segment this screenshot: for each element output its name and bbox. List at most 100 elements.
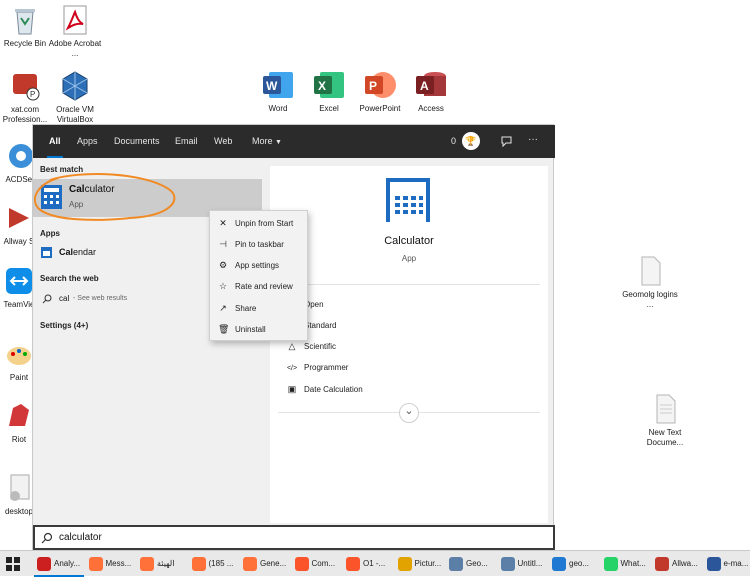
tab-apps[interactable]: Apps — [77, 136, 98, 146]
menu-label: Unpin from Start — [235, 219, 293, 228]
taskbar-button[interactable]: Com... — [292, 551, 342, 577]
taskbar-button[interactable]: Gene... — [240, 551, 290, 577]
taskbar-button[interactable]: Analy... — [34, 551, 84, 577]
svg-text:W: W — [266, 79, 278, 93]
chevron-down-icon: ▼ — [275, 139, 282, 146]
taskbar-button-label: Analy... — [54, 559, 80, 568]
taskbar-app-icon — [398, 557, 412, 571]
action-label: Standard — [304, 321, 336, 330]
settings-header[interactable]: Settings (4+) — [40, 321, 88, 330]
teamviewer-icon — [3, 265, 35, 297]
menu-rate-and-review[interactable]: ☆Rate and review — [218, 279, 293, 293]
desktop-icon-label: Allway S — [4, 237, 35, 246]
expand-chevron-icon[interactable]: ⌄ — [399, 403, 419, 423]
taskbar-button[interactable]: Pictur... — [395, 551, 445, 577]
search-filter-bar: All Apps Documents Email Web More ▼ 0 🏆 … — [33, 125, 555, 158]
pin-icon: ⊣ — [218, 237, 228, 251]
text-document-icon — [649, 393, 681, 425]
taskbar-button-label: e-ma... — [724, 559, 749, 568]
action-programmer[interactable]: </>Programmer — [286, 363, 348, 372]
rewards-trophy-icon[interactable]: 🏆 — [462, 132, 480, 150]
search-box[interactable]: calculator — [33, 525, 555, 550]
action-date-calculation[interactable]: ▣Date Calculation — [286, 384, 363, 395]
desktop-icon-powerpoint[interactable]: P PowerPoint — [357, 70, 403, 113]
desktop-icon-adobe-acrobat[interactable]: Adobe Acrobat ... — [46, 4, 104, 59]
windows-start-icon[interactable] — [6, 557, 20, 571]
taskbar-button[interactable]: (185 ... — [189, 551, 239, 577]
menu-pin-to-taskbar[interactable]: ⊣Pin to taskbar — [218, 237, 284, 251]
taskbar-button[interactable]: O1 -... — [343, 551, 393, 577]
powerpoint-icon: P — [363, 70, 397, 100]
taskbar-button[interactable]: الهيئة — [137, 551, 187, 577]
desktop-icon-geomolg[interactable]: Geomolg logins ... — [621, 255, 679, 310]
tab-more-label: More — [252, 136, 273, 146]
desktop-icon-label: desktop — [5, 507, 33, 516]
xat-icon: P — [9, 70, 41, 102]
apps-header: Apps — [40, 229, 60, 238]
desktop-icon-word[interactable]: W Word — [255, 70, 301, 113]
desktop-icon-excel[interactable]: X Excel — [306, 70, 352, 113]
taskbar-app-icon — [295, 557, 309, 571]
tab-all[interactable]: All — [49, 136, 61, 146]
taskbar-app-icon — [604, 557, 618, 571]
taskbar-button-label: Pictur... — [415, 559, 442, 568]
tab-email[interactable]: Email — [175, 136, 198, 146]
star-icon: ☆ — [218, 279, 228, 293]
excel-icon: X — [312, 70, 346, 100]
action-scientific[interactable]: △Scientific — [286, 341, 336, 352]
share-icon: ↗ — [218, 301, 228, 315]
taskbar-button[interactable]: Geo... — [446, 551, 496, 577]
desktop-icon-label: Riot — [12, 435, 26, 444]
action-label: Date Calculation — [304, 385, 363, 394]
desktop-icon-access[interactable]: A Access — [408, 70, 454, 113]
taskbar-app-icon — [501, 557, 515, 571]
more-options-icon[interactable]: ··· — [528, 134, 538, 145]
desktop-icon-new-text[interactable]: New Text Docume... — [636, 393, 694, 448]
web-hint: - See web results — [73, 295, 127, 302]
menu-share[interactable]: ↗ Share — [218, 301, 256, 315]
office-label: PowerPoint — [360, 104, 401, 113]
svg-text:X: X — [318, 79, 326, 93]
desktop-icon-label: xat.com Profession... — [3, 105, 47, 124]
taskbar-app-icon — [37, 557, 51, 571]
taskbar-button-label: Geo... — [466, 559, 488, 568]
app-result-label: Calendar — [59, 247, 96, 257]
scientific-icon: △ — [286, 341, 298, 352]
feedback-icon[interactable] — [500, 135, 513, 148]
taskbar-button-label: geo... — [569, 559, 589, 568]
menu-label: Uninstall — [235, 325, 266, 334]
access-icon: A — [414, 70, 448, 100]
taskbar-app-icon — [243, 557, 257, 571]
desktop-ini-icon — [3, 472, 35, 504]
menu-uninstall[interactable]: 🗑Uninstall — [218, 322, 266, 336]
paint-icon — [3, 338, 35, 370]
desktop-icon-label: Oracle VM VirtualBox — [56, 105, 94, 124]
menu-app-settings[interactable]: ⚙App settings — [218, 258, 279, 272]
calendar-icon — [41, 247, 52, 258]
document-icon — [634, 255, 666, 287]
desktop-icon-label: Recycle Bin — [4, 39, 46, 48]
tab-web[interactable]: Web — [214, 136, 232, 146]
taskbar-button[interactable]: Allwa... — [652, 551, 702, 577]
taskbar-app-icon — [346, 557, 360, 571]
office-label: Excel — [319, 104, 339, 113]
taskbar-button-label: What... — [621, 559, 646, 568]
taskbar-button[interactable]: What... — [601, 551, 651, 577]
menu-unpin-from-start[interactable]: ✕Unpin from Start — [218, 216, 293, 230]
taskbar-button-label: Untitl... — [518, 559, 543, 568]
taskbar-button[interactable]: e-ma... — [704, 551, 750, 577]
desktop-icon-label: Paint — [10, 373, 28, 382]
taskbar-button-label: Mess... — [106, 559, 132, 568]
detail-app-type: App — [270, 254, 548, 263]
menu-label: Share — [235, 304, 256, 313]
web-query: cal — [59, 294, 69, 303]
taskbar-button[interactable]: geo... — [549, 551, 599, 577]
desktop-icon-virtualbox[interactable]: Oracle VM VirtualBox — [46, 70, 104, 125]
tab-more[interactable]: More ▼ — [252, 136, 282, 146]
taskbar-button-label: O1 -... — [363, 559, 385, 568]
taskbar-button[interactable]: Mess... — [86, 551, 136, 577]
taskbar-button[interactable]: Untitl... — [498, 551, 548, 577]
tab-documents[interactable]: Documents — [114, 136, 160, 146]
desktop-icon-label: TeamVie — [4, 300, 35, 309]
taskbar-button-label: Allwa... — [672, 559, 698, 568]
